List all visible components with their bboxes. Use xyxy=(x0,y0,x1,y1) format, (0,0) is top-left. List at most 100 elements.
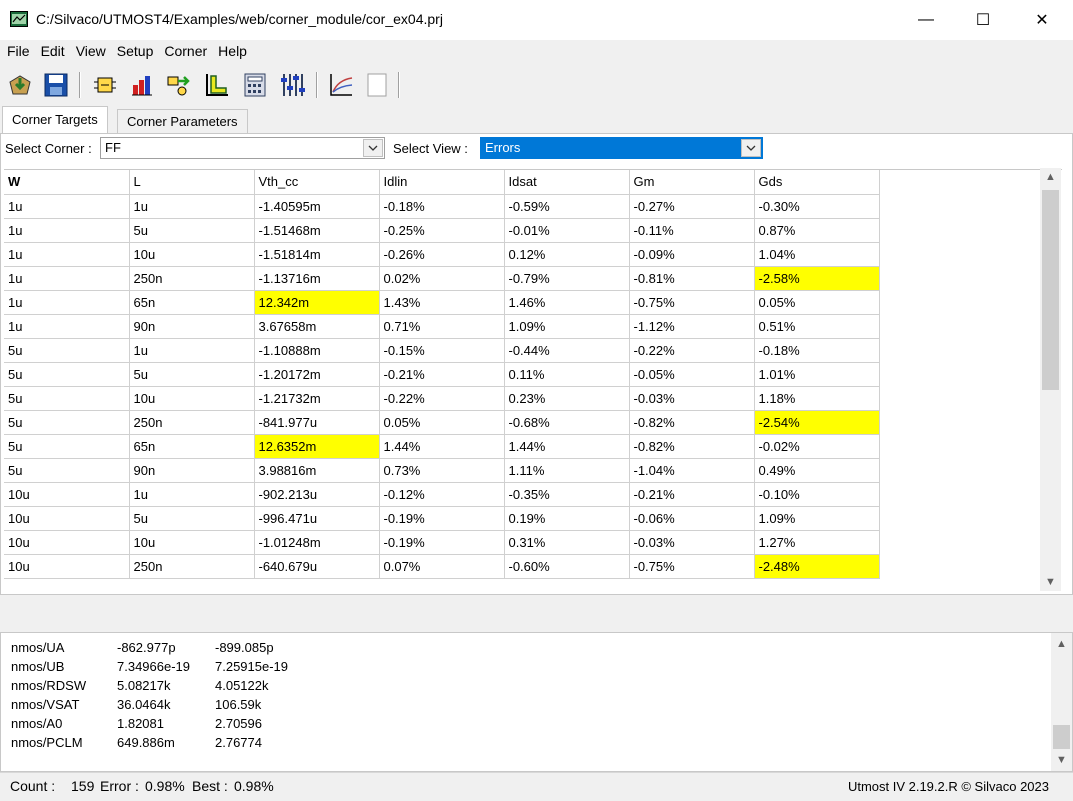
menu-help[interactable]: Help xyxy=(214,40,251,64)
table-cell[interactable]: -0.27% xyxy=(629,194,755,219)
table-cell[interactable]: 10u xyxy=(129,386,255,411)
scroll-down-icon[interactable]: ▼ xyxy=(1051,751,1072,769)
table-cell[interactable]: -0.22% xyxy=(629,338,755,363)
chevron-down-icon[interactable] xyxy=(741,139,761,157)
table-cell[interactable]: 1u xyxy=(4,218,130,243)
table-cell[interactable]: -0.25% xyxy=(379,218,505,243)
table-cell[interactable]: -1.10888m xyxy=(254,338,380,363)
table-cell[interactable]: -0.03% xyxy=(629,530,755,555)
table-cell[interactable]: -0.11% xyxy=(629,218,755,243)
table-row[interactable]: 1u 90n 3.67658m 0.71% 1.09% -1.12% 0.51% xyxy=(4,314,880,339)
table-cell[interactable]: -0.75% xyxy=(629,554,755,579)
column-header[interactable]: Idlin xyxy=(379,170,505,195)
table-cell[interactable]: 1u xyxy=(4,290,130,315)
table-cell[interactable]: 0.05% xyxy=(754,290,880,315)
table-cell[interactable]: 5u xyxy=(129,506,255,531)
table-row[interactable]: 10u 1u -902.213u -0.12% -0.35% -0.21% -0.10% xyxy=(4,482,880,507)
table-cell[interactable]: 5u xyxy=(4,362,130,387)
table-row[interactable]: 1u 5u -1.51468m -0.25% -0.01% -0.11% 0.87% xyxy=(4,218,880,243)
table-cell[interactable]: 250n xyxy=(129,410,255,435)
log-scrollbar[interactable]: ▲ ▼ xyxy=(1051,633,1072,771)
table-cell[interactable]: -0.19% xyxy=(379,530,505,555)
table-cell[interactable]: 1u xyxy=(4,242,130,267)
table-cell[interactable]: 1.27% xyxy=(754,530,880,555)
table-cell[interactable]: -640.679u xyxy=(254,554,380,579)
table-cell[interactable]: 1.43% xyxy=(379,290,505,315)
table-cell[interactable]: -2.54% xyxy=(754,410,880,435)
column-header[interactable]: Vth_cc xyxy=(254,170,380,195)
table-cell[interactable]: -0.01% xyxy=(504,218,630,243)
scroll-thumb[interactable] xyxy=(1042,190,1059,390)
table-cell[interactable]: 0.49% xyxy=(754,458,880,483)
tab-corner-targets[interactable]: Corner Targets xyxy=(2,106,108,134)
table-cell[interactable]: 0.05% xyxy=(379,410,505,435)
transfer-button[interactable] xyxy=(165,71,193,99)
menu-setup[interactable]: Setup xyxy=(113,40,158,64)
table-row[interactable]: 5u 1u -1.10888m -0.15% -0.44% -0.22% -0.18% xyxy=(4,338,880,363)
table-row[interactable]: 1u 65n 12.342m 1.43% 1.46% -0.75% 0.05% xyxy=(4,290,880,315)
maximize-button[interactable]: ☐ xyxy=(960,0,1006,40)
table-cell[interactable]: 0.07% xyxy=(379,554,505,579)
table-cell[interactable]: -0.21% xyxy=(629,482,755,507)
table-cell[interactable]: -2.48% xyxy=(754,554,880,579)
column-header[interactable]: Idsat xyxy=(504,170,630,195)
table-cell[interactable]: 1u xyxy=(129,194,255,219)
table-row[interactable]: 5u 90n 3.98816m 0.73% 1.11% -1.04% 0.49% xyxy=(4,458,880,483)
column-header[interactable]: W xyxy=(4,170,130,195)
table-cell[interactable]: -1.01248m xyxy=(254,530,380,555)
tab-corner-parameters[interactable]: Corner Parameters xyxy=(117,109,248,134)
table-cell[interactable]: 1.09% xyxy=(504,314,630,339)
table-cell[interactable]: 3.98816m xyxy=(254,458,380,483)
table-cell[interactable]: 10u xyxy=(4,482,130,507)
table-cell[interactable]: 250n xyxy=(129,266,255,291)
table-cell[interactable]: -996.471u xyxy=(254,506,380,531)
table-cell[interactable]: -1.51814m xyxy=(254,242,380,267)
table-cell[interactable]: 1.11% xyxy=(504,458,630,483)
table-cell[interactable]: 12.6352m xyxy=(254,434,380,459)
table-cell[interactable]: 0.02% xyxy=(379,266,505,291)
table-cell[interactable]: -0.68% xyxy=(504,410,630,435)
column-header[interactable]: L xyxy=(129,170,255,195)
table-cell[interactable]: 0.51% xyxy=(754,314,880,339)
column-header[interactable]: Gds xyxy=(754,170,880,195)
close-button[interactable]: ✕ xyxy=(1019,0,1065,40)
table-cell[interactable]: 1u xyxy=(129,338,255,363)
table-cell[interactable]: -0.18% xyxy=(754,338,880,363)
calculator-button[interactable] xyxy=(241,71,269,99)
table-cell[interactable]: -1.20172m xyxy=(254,362,380,387)
scroll-up-icon[interactable]: ▲ xyxy=(1040,168,1061,186)
table-row[interactable]: 5u 5u -1.20172m -0.21% 0.11% -0.05% 1.01% xyxy=(4,362,880,387)
table-cell[interactable]: -1.13716m xyxy=(254,266,380,291)
table-cell[interactable]: -0.19% xyxy=(379,506,505,531)
table-cell[interactable]: 5u xyxy=(4,386,130,411)
table-cell[interactable]: -0.30% xyxy=(754,194,880,219)
table-cell[interactable]: -0.12% xyxy=(379,482,505,507)
table-cell[interactable]: -0.75% xyxy=(629,290,755,315)
table-cell[interactable]: -0.26% xyxy=(379,242,505,267)
table-cell[interactable]: 0.19% xyxy=(504,506,630,531)
grid-scrollbar[interactable]: ▲ ▼ xyxy=(1040,168,1061,591)
table-cell[interactable]: -0.35% xyxy=(504,482,630,507)
sliders-button[interactable] xyxy=(279,71,307,99)
table-cell[interactable]: 1u xyxy=(129,482,255,507)
table-cell[interactable]: -0.03% xyxy=(629,386,755,411)
table-cell[interactable]: 90n xyxy=(129,314,255,339)
table-cell[interactable]: -0.21% xyxy=(379,362,505,387)
table-cell[interactable]: -1.04% xyxy=(629,458,755,483)
table-cell[interactable]: 1.46% xyxy=(504,290,630,315)
menu-view[interactable]: View xyxy=(72,40,110,64)
table-cell[interactable]: 0.12% xyxy=(504,242,630,267)
table-cell[interactable]: 10u xyxy=(129,242,255,267)
table-cell[interactable]: -0.81% xyxy=(629,266,755,291)
minimize-button[interactable]: — xyxy=(903,0,949,40)
table-cell[interactable]: 10u xyxy=(4,530,130,555)
table-cell[interactable]: 0.31% xyxy=(504,530,630,555)
bar-chart-button[interactable] xyxy=(128,71,156,99)
table-cell[interactable]: 5u xyxy=(129,218,255,243)
table-cell[interactable]: 1.09% xyxy=(754,506,880,531)
table-cell[interactable]: -2.58% xyxy=(754,266,880,291)
table-cell[interactable]: -1.12% xyxy=(629,314,755,339)
table-cell[interactable]: 1u xyxy=(4,194,130,219)
table-cell[interactable]: 0.87% xyxy=(754,218,880,243)
table-cell[interactable]: 12.342m xyxy=(254,290,380,315)
